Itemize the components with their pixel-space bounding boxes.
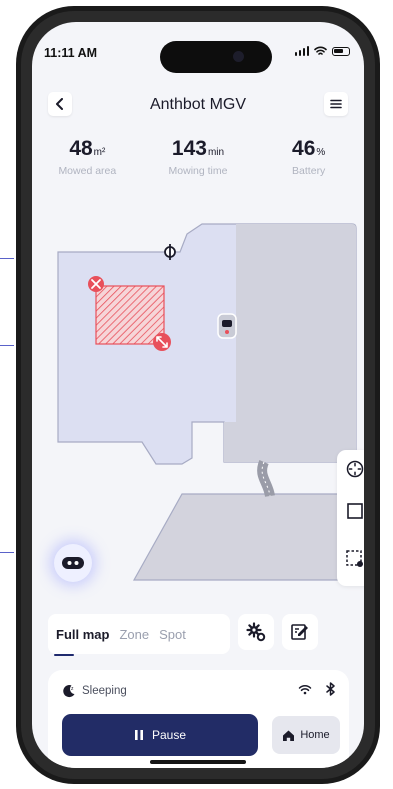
annotation-line (0, 258, 14, 259)
zone-delete-icon[interactable] (88, 276, 104, 292)
locate-icon (346, 460, 364, 478)
area-select-icon (346, 550, 363, 567)
area-select-button[interactable] (344, 548, 364, 570)
home-indicator (150, 760, 246, 764)
stat-unit: % (316, 147, 326, 158)
annotation-line (0, 345, 14, 346)
edit-map-button[interactable] (282, 614, 318, 650)
stat-label: Battery (292, 165, 326, 177)
stat-value: 48 (69, 137, 93, 160)
active-tab-indicator (54, 654, 74, 656)
stat-value: 143 (171, 137, 207, 160)
signal-icon (294, 46, 309, 56)
status-icons (294, 46, 350, 56)
annotation-line (0, 552, 14, 553)
menu-button[interactable] (324, 92, 348, 116)
settings-icon (246, 622, 266, 642)
square-icon (347, 503, 363, 519)
control-panel: z Sleeping Pause Home (48, 670, 349, 768)
stat-value: 46 (292, 137, 316, 160)
tab-zone[interactable]: Zone (119, 627, 149, 642)
home-label: Home (300, 729, 330, 741)
pause-label: Pause (151, 728, 187, 742)
stats-row: 48m² Mowed area 143min Mowing time 46% B… (32, 137, 364, 177)
robot-icon (62, 557, 84, 569)
robot-assistant-button[interactable] (54, 544, 92, 582)
map-mode-tabs: Full map Zone Spot (48, 614, 230, 654)
zone-resize-icon[interactable] (153, 333, 171, 351)
edit-map-icon (291, 624, 308, 640)
stat-mowing-time: 143min Mowing time (143, 137, 254, 177)
bluetooth-icon (326, 682, 335, 696)
mower-status: z Sleeping (62, 684, 127, 698)
connection-icons (298, 682, 335, 696)
stat-battery: 46% Battery (253, 137, 364, 177)
wifi-status-icon (314, 46, 327, 55)
moon-icon: z (63, 685, 75, 698)
no-go-zone[interactable] (95, 285, 165, 345)
camera-dot (233, 51, 244, 62)
stat-unit: min (207, 147, 225, 158)
lawn-map[interactable] (32, 212, 364, 592)
dynamic-island (160, 41, 272, 73)
battery-icon (332, 46, 350, 56)
home-icon (283, 730, 295, 741)
status-text: Sleeping (82, 685, 127, 697)
phone-bezel: 11:11 AM Anthbot MGV 48m² Mowed area 143… (21, 11, 375, 779)
stat-unit: m² (93, 147, 106, 158)
svg-text:z: z (71, 686, 74, 692)
settings-button[interactable] (238, 614, 274, 650)
lawn-area-shaded (224, 224, 356, 462)
wifi-icon (298, 684, 312, 694)
page-title: Anthbot MGV (149, 96, 247, 113)
nav-bar: Anthbot MGV (32, 86, 364, 122)
tab-spot[interactable]: Spot (159, 627, 186, 642)
stat-label: Mowing time (168, 165, 228, 177)
app-screen: 11:11 AM Anthbot MGV 48m² Mowed area 143… (32, 22, 364, 768)
tab-full-map[interactable]: Full map (56, 627, 109, 642)
home-button[interactable]: Home (272, 716, 340, 754)
status-time: 11:11 AM (44, 46, 98, 60)
stat-mowed-area: 48m² Mowed area (32, 137, 143, 177)
locate-button[interactable] (344, 458, 364, 480)
phone-frame: 11:11 AM Anthbot MGV 48m² Mowed area 143… (16, 6, 380, 784)
pause-icon (134, 730, 143, 740)
lawn-area-south[interactable] (132, 493, 357, 581)
square-button[interactable] (344, 500, 364, 522)
map-toolbar (337, 450, 364, 586)
mower-position-icon (217, 313, 237, 339)
stat-label: Mowed area (58, 165, 117, 177)
pause-button[interactable]: Pause (62, 714, 258, 756)
menu-icon (330, 99, 342, 109)
